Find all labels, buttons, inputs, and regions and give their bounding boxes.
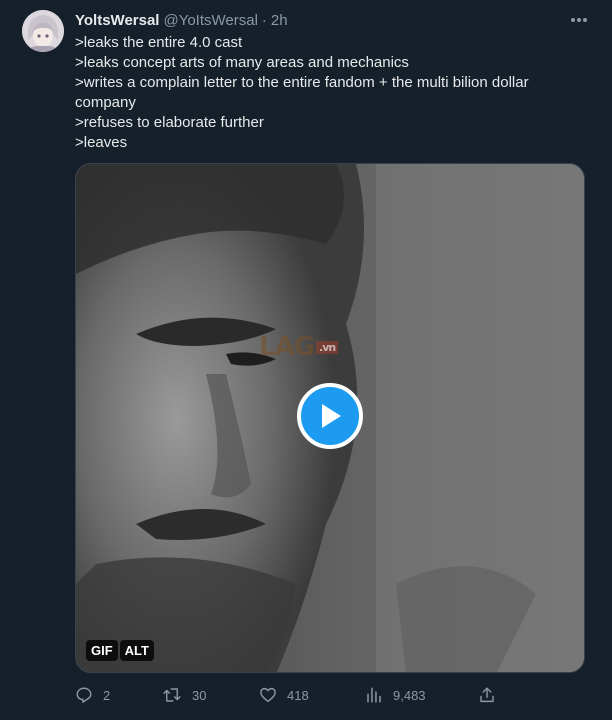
media-badges: GIF ALT xyxy=(86,640,154,661)
reply-icon xyxy=(76,687,92,703)
retweet-count: 30 xyxy=(192,687,207,703)
tweet-actions: 2 30 418 9,483 xyxy=(75,684,500,706)
retweet-icon xyxy=(163,688,181,702)
tweet-line: company xyxy=(75,94,136,111)
tweet[interactable]: YoltsWersal @YoItsWersal · 2h >leaks the… xyxy=(0,0,612,720)
separator-dot: · xyxy=(261,11,267,29)
alt-badge[interactable]: ALT xyxy=(119,640,154,661)
tweet-line: >leaks the entire 4.0 cast xyxy=(75,34,243,51)
heart-icon xyxy=(260,687,276,703)
play-icon xyxy=(322,404,341,428)
views-button[interactable]: 9,483 xyxy=(365,684,426,706)
author-handle[interactable]: @YoItsWersal xyxy=(163,12,257,29)
views-chart-icon xyxy=(367,687,381,703)
tweet-line: >leaks concept arts of many areas and me… xyxy=(75,54,409,71)
retweet-button[interactable]: 30 xyxy=(162,684,206,706)
tweet-line: >leaves xyxy=(75,134,128,151)
gif-media[interactable]: LAG .vn GIF ALT xyxy=(75,163,585,673)
tweet-line: >refuses to elaborate further xyxy=(75,114,264,131)
like-button[interactable]: 418 xyxy=(259,684,309,706)
view-count: 9,483 xyxy=(393,687,426,703)
reply-button[interactable]: 2 xyxy=(75,684,110,706)
share-icon xyxy=(480,687,494,703)
tweet-timestamp[interactable]: 2h xyxy=(271,12,288,29)
like-count: 418 xyxy=(287,687,309,703)
play-button[interactable] xyxy=(297,383,363,449)
avatar[interactable] xyxy=(22,10,64,52)
reply-count: 2 xyxy=(103,687,111,703)
author-name[interactable]: YoltsWersal xyxy=(75,12,159,29)
tweet-line: >writes a complain letter to the entire … xyxy=(75,74,529,91)
more-options-button[interactable] xyxy=(568,10,590,30)
tweet-header: YoltsWersal @YoItsWersal · 2h xyxy=(75,10,288,30)
tweet-text: >leaks the entire 4.0 cast >leaks concep… xyxy=(75,33,585,153)
share-button[interactable] xyxy=(478,684,506,706)
watermark-logo: LAG .vn xyxy=(259,332,339,362)
more-horizontal-icon xyxy=(571,18,587,22)
gif-badge: GIF xyxy=(86,640,118,661)
